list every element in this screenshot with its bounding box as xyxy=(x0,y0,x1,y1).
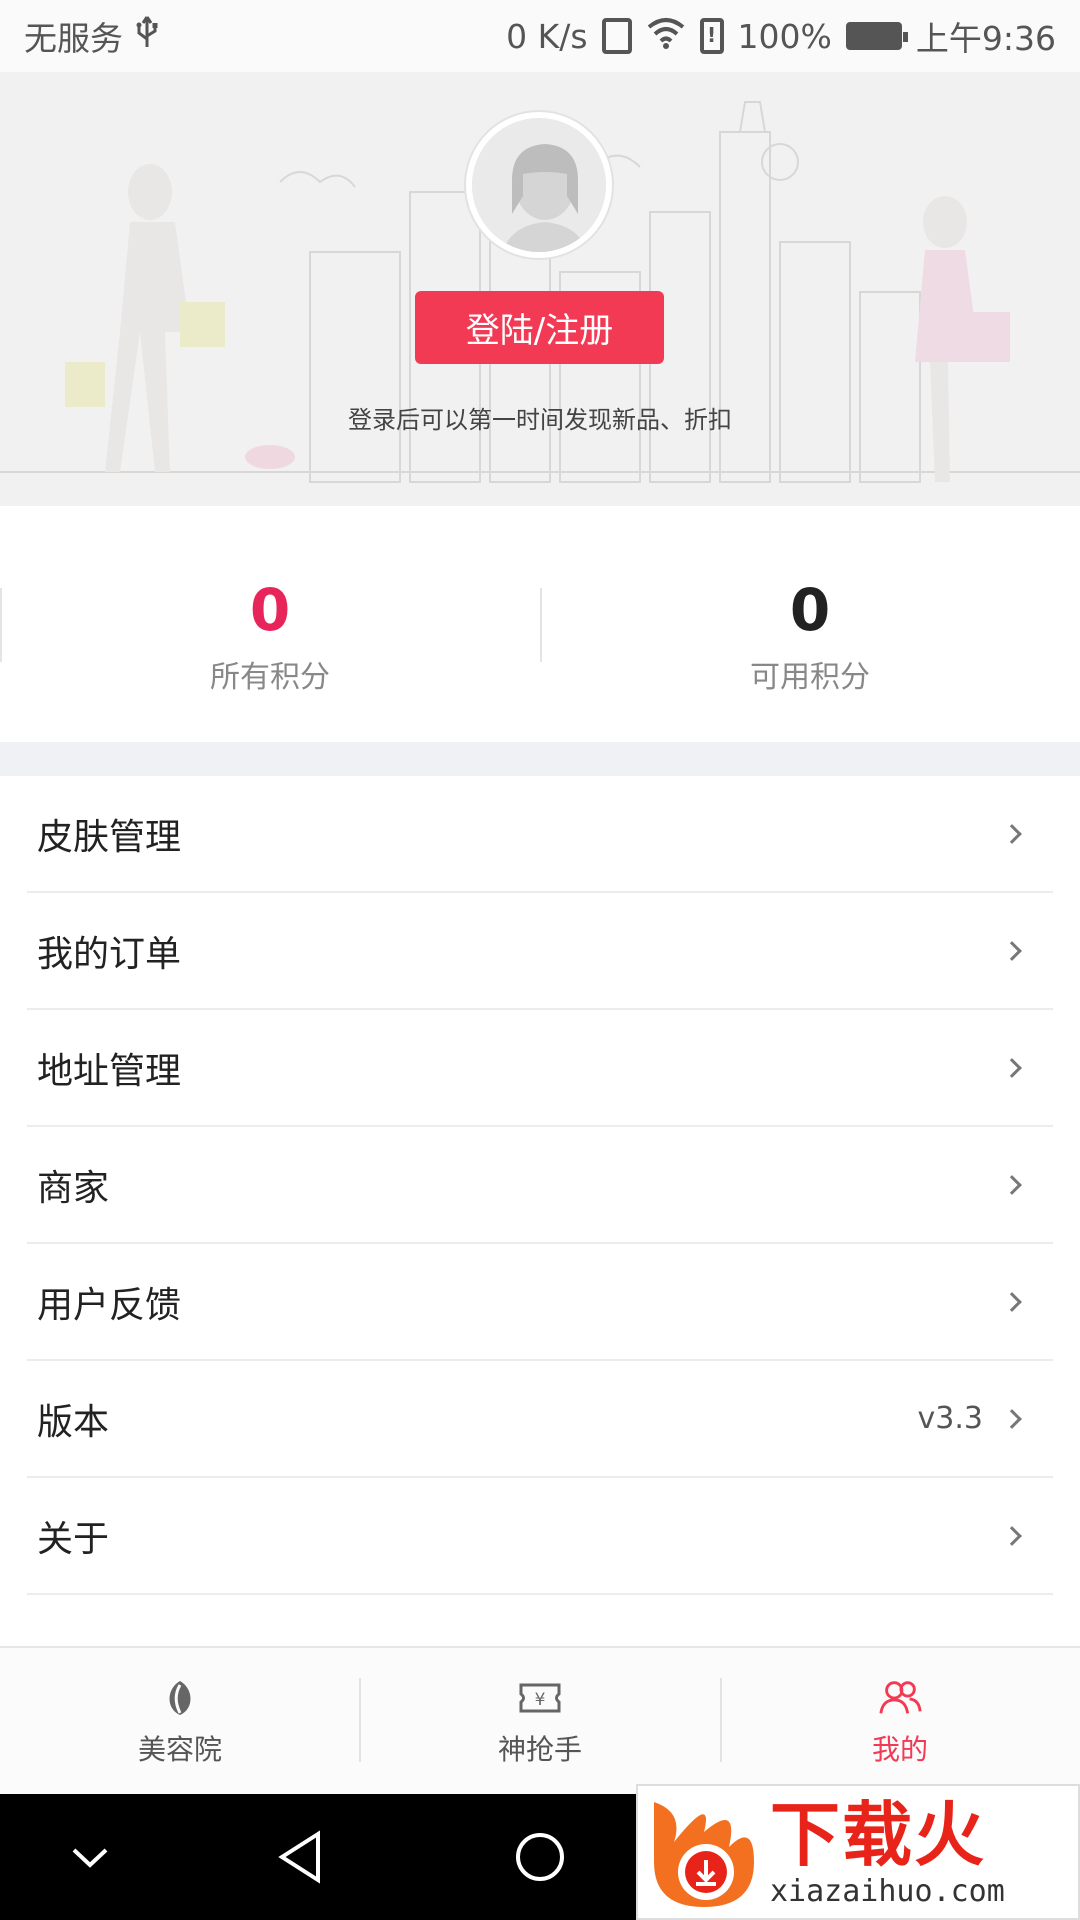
bottom-tab-bar: 美容院 ¥ 神抢手 我的 xyxy=(0,1646,1080,1794)
back-triangle-icon xyxy=(278,1830,320,1884)
back-button[interactable] xyxy=(260,1794,340,1920)
status-bar: 无服务 0 K/s ! 100% 上午9:36 xyxy=(0,0,1080,72)
available-points-label: 可用积分 xyxy=(750,660,870,695)
clock: 上午9:36 xyxy=(915,19,1056,58)
wifi-icon xyxy=(646,15,686,57)
login-hint: 登录后可以第一时间发现新品、折扣 xyxy=(348,406,732,434)
tab-label: 神抢手 xyxy=(497,1733,582,1766)
battery-percent: 100% xyxy=(737,16,832,56)
svg-text:¥: ¥ xyxy=(535,1690,546,1710)
vibrate-icon xyxy=(601,18,632,54)
available-points-value: 0 xyxy=(789,576,831,644)
all-points-value: 0 xyxy=(249,576,291,644)
tab-mine[interactable]: 我的 xyxy=(720,1648,1080,1794)
tab-flash-deals[interactable]: ¥ 神抢手 xyxy=(360,1648,720,1794)
chevron-right-icon xyxy=(1002,1057,1022,1078)
users-icon xyxy=(878,1678,922,1718)
home-button[interactable] xyxy=(500,1794,580,1920)
menu-item-address-management[interactable]: 地址管理 xyxy=(27,1010,1053,1127)
menu-item-about[interactable]: 关于 xyxy=(27,1478,1053,1595)
chevron-right-icon xyxy=(1002,1408,1022,1429)
menu-item-label: 地址管理 xyxy=(37,1050,182,1092)
profile-header: 登陆/注册 登录后可以第一时间发现新品、折扣 xyxy=(0,72,1080,506)
menu-item-label: 版本 xyxy=(37,1401,110,1443)
divider xyxy=(540,588,542,662)
menu-item-version[interactable]: 版本 v3.3 xyxy=(27,1361,1053,1478)
login-register-button[interactable]: 登陆/注册 xyxy=(415,291,664,364)
menu-item-skin-management[interactable]: 皮肤管理 xyxy=(27,776,1053,893)
network-speed: 0 K/s xyxy=(506,16,588,56)
usb-icon xyxy=(135,15,159,57)
home-circle-icon xyxy=(516,1833,564,1881)
battery-alert-icon: ! xyxy=(699,18,724,54)
chevron-right-icon xyxy=(1002,1174,1022,1195)
settings-menu: 皮肤管理 我的订单 地址管理 商家 用户反馈 版本 v3.3 关于 xyxy=(0,776,1080,1595)
tab-label: 我的 xyxy=(871,1733,928,1766)
points-summary: 0 所有积分 0 可用积分 xyxy=(0,506,1080,742)
watermark-logo: 下载火 xiazaihuo.com xyxy=(636,1784,1080,1920)
tab-beauty-salon[interactable]: 美容院 xyxy=(0,1648,360,1794)
menu-item-label: 我的订单 xyxy=(37,933,182,975)
all-points-label: 所有积分 xyxy=(210,660,330,695)
tab-label: 美容院 xyxy=(137,1733,222,1766)
menu-item-merchant[interactable]: 商家 xyxy=(27,1127,1053,1244)
version-value: v3.3 xyxy=(917,1401,983,1436)
watermark-cn-text: 下载火 xyxy=(770,1794,986,1876)
available-points[interactable]: 0 可用积分 xyxy=(540,506,1080,742)
watermark-url-text: xiazaihuo.com xyxy=(770,1874,1005,1909)
menu-item-label: 商家 xyxy=(37,1167,110,1209)
ticket-yen-icon: ¥ xyxy=(518,1678,562,1718)
divider xyxy=(0,588,2,662)
menu-item-label: 关于 xyxy=(37,1518,110,1560)
menu-item-feedback[interactable]: 用户反馈 xyxy=(27,1244,1053,1361)
all-points[interactable]: 0 所有积分 xyxy=(0,506,540,742)
avatar[interactable] xyxy=(466,112,612,258)
battery-icon xyxy=(845,22,908,50)
chevron-right-icon xyxy=(1002,1291,1022,1312)
flame-logo-icon xyxy=(644,1792,764,1912)
carrier-text: 无服务 xyxy=(24,19,123,58)
section-gap xyxy=(0,742,1080,776)
chevron-right-icon xyxy=(1002,823,1022,844)
chevron-down-icon xyxy=(72,1848,108,1868)
chevron-right-icon xyxy=(1002,940,1022,961)
beauty-leaf-icon xyxy=(158,1678,202,1718)
menu-item-my-orders[interactable]: 我的订单 xyxy=(27,893,1053,1010)
menu-item-label: 用户反馈 xyxy=(37,1284,182,1326)
collapse-nav-button[interactable] xyxy=(50,1794,130,1920)
chevron-right-icon xyxy=(1002,1525,1022,1546)
menu-item-label: 皮肤管理 xyxy=(37,816,182,858)
